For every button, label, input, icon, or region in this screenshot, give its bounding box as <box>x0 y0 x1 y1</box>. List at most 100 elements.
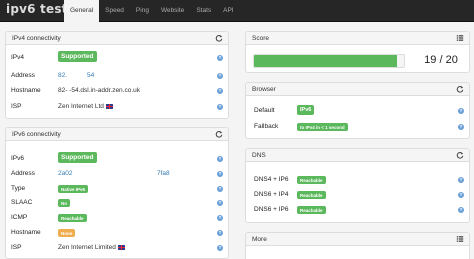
score-progress-bar <box>253 54 405 68</box>
browser-panel: Browser Default IPv6 ? Fallback to IPv4 … <box>245 82 470 139</box>
hostname-none-badge: None <box>58 229 76 237</box>
ipv6-hostname-row: Hostname None ? <box>6 228 228 239</box>
help-icon[interactable]: ? <box>217 186 223 192</box>
browser-default-row: Default IPv6 ? <box>246 105 469 117</box>
nav-tabs: General Speed Ping Website Stats API <box>64 0 240 23</box>
ipv6-type-row: Type Native IPv6 ? <box>6 184 228 195</box>
help-icon[interactable]: ? <box>217 104 223 110</box>
uk-flag-icon <box>117 244 125 250</box>
dns6-ip4-label: DNS6 + IP4 <box>254 191 289 198</box>
ipv6-address-part2[interactable]: 7fa8 <box>157 170 170 177</box>
ipv6-label: IPv6 <box>11 155 25 162</box>
ipv6-slaac-row: SLAAC No ? <box>6 198 228 209</box>
ipv6-isp-row: ISP Zen Internet Limited ? <box>6 243 228 254</box>
address-label: Address <box>11 72 35 79</box>
ipv4-address-row: Address 82. 54 ? <box>6 71 228 82</box>
dns6-ip6-label: DNS6 + IP6 <box>254 206 289 213</box>
ipv6-isp-value: Zen Internet Limited <box>58 244 116 251</box>
ipv4-panel-header: IPv4 connectivity <box>6 32 228 45</box>
help-icon[interactable]: ? <box>217 245 223 251</box>
fallback-label: Fallback <box>254 123 279 130</box>
refresh-icon[interactable] <box>215 130 223 138</box>
native-ipv6-badge: Native IPv6 <box>58 185 89 193</box>
more-panel-header: More <box>246 233 469 246</box>
refresh-icon[interactable] <box>456 151 464 159</box>
hostname-label: Hostname <box>11 229 41 236</box>
tab-speed[interactable]: Speed <box>99 0 130 22</box>
dns4-ip6-badge: Reachable <box>297 176 326 184</box>
ipv4-panel-title: IPv4 connectivity <box>12 35 61 42</box>
tab-stats[interactable]: Stats <box>190 0 217 22</box>
isp-label: ISP <box>11 244 22 251</box>
more-panel: More <box>245 232 470 259</box>
slaac-badge: No <box>58 199 70 207</box>
dns-panel-title: DNS <box>252 152 266 159</box>
slaac-label: SLAAC <box>11 199 33 206</box>
help-icon[interactable]: ? <box>458 177 464 183</box>
ipv6-panel-header: IPv6 connectivity <box>6 128 228 141</box>
dns4-ip6-label: DNS4 + IP6 <box>254 176 289 183</box>
help-icon[interactable]: ? <box>217 55 223 61</box>
ipv6-supported-badge: Supported <box>58 152 97 163</box>
dns-panel-header: DNS <box>246 149 469 162</box>
ipv6-address-part1[interactable]: 2a02 <box>58 170 72 177</box>
dns6-ip6-row: DNS6 + IP6 Reachable ? <box>246 205 469 216</box>
score-value: 19 / 20 <box>424 54 458 66</box>
help-icon[interactable]: ? <box>217 156 223 162</box>
isp-label: ISP <box>11 103 22 110</box>
help-icon[interactable]: ? <box>458 124 464 130</box>
dns4-ip6-row: DNS4 + IP6 Reachable ? <box>246 175 469 186</box>
dns6-ip6-badge: Reachable <box>297 206 326 214</box>
ipv4-hostname-row: Hostname 82- -54.dsl.in-addr.zen.co.uk ? <box>6 86 228 97</box>
tab-general[interactable]: General <box>64 0 100 23</box>
help-icon[interactable]: ? <box>458 207 464 213</box>
default-label: Default <box>254 107 275 114</box>
ipv6-panel: IPv6 connectivity IPv6 Supported ? Addre… <box>5 127 229 259</box>
dns6-ip4-row: DNS6 + IP4 Reachable ? <box>246 190 469 201</box>
list-icon[interactable] <box>456 235 464 243</box>
help-icon[interactable]: ? <box>458 108 464 114</box>
refresh-icon[interactable] <box>456 85 464 93</box>
ipv4-panel: IPv4 connectivity IPv4 Supported ? Addre… <box>5 31 229 119</box>
ipv4-isp-value: Zen Internet Ltd <box>58 103 104 110</box>
help-icon[interactable]: ? <box>217 215 223 221</box>
ipv4-address-part1[interactable]: 82. <box>58 72 67 79</box>
tab-api[interactable]: API <box>217 0 239 22</box>
refresh-icon[interactable] <box>215 34 223 42</box>
score-panel-header: Score <box>246 32 469 45</box>
browser-panel-title: Browser <box>252 86 276 93</box>
help-icon[interactable]: ? <box>217 171 223 177</box>
dns6-ip4-badge: Reachable <box>297 191 326 199</box>
ipv4-label: IPv4 <box>11 54 25 61</box>
address-label: Address <box>11 170 35 177</box>
help-icon[interactable]: ? <box>217 200 223 206</box>
ipv4-hostname-value: 82- -54.dsl.in-addr.zen.co.uk <box>58 87 141 94</box>
ipv4-supported-badge: Supported <box>58 51 97 62</box>
icmp-label: ICMP <box>11 214 28 221</box>
help-icon[interactable]: ? <box>217 88 223 94</box>
fallback-badge: to IPv4 in < 1 second <box>297 123 348 131</box>
tab-ping[interactable]: Ping <box>130 0 155 22</box>
help-icon[interactable]: ? <box>217 230 223 236</box>
ipv4-address-part2[interactable]: 54 <box>87 72 94 79</box>
tab-website[interactable]: Website <box>155 0 190 22</box>
browser-fallback-row: Fallback to IPv4 in < 1 second ? <box>246 122 469 133</box>
list-icon[interactable] <box>456 34 464 42</box>
browser-panel-header: Browser <box>246 83 469 96</box>
score-panel: Score 19 / 20 <box>245 31 470 73</box>
score-panel-title: Score <box>252 35 269 42</box>
ipv6-icmp-row: ICMP Reachable ? <box>6 213 228 224</box>
more-panel-title: More <box>252 236 267 243</box>
help-icon[interactable]: ? <box>217 73 223 79</box>
ipv6-address-row: Address 2a02 7fa8 ? <box>6 169 228 180</box>
hostname-label: Hostname <box>11 87 41 94</box>
app-title[interactable]: ipv6 test BETA <box>6 2 74 16</box>
dns-panel: DNS DNS4 + IP6 Reachable ? DNS6 + IP4 Re… <box>245 148 470 223</box>
app-title-text: ipv6 test <box>6 2 68 16</box>
navbar: ipv6 test BETA General Speed Ping Websit… <box>0 0 474 23</box>
ipv6-panel-title: IPv6 connectivity <box>12 131 61 138</box>
default-ipv6-badge: IPv6 <box>297 105 315 115</box>
help-icon[interactable]: ? <box>458 192 464 198</box>
type-label: Type <box>11 185 26 192</box>
uk-flag-icon <box>105 103 113 109</box>
